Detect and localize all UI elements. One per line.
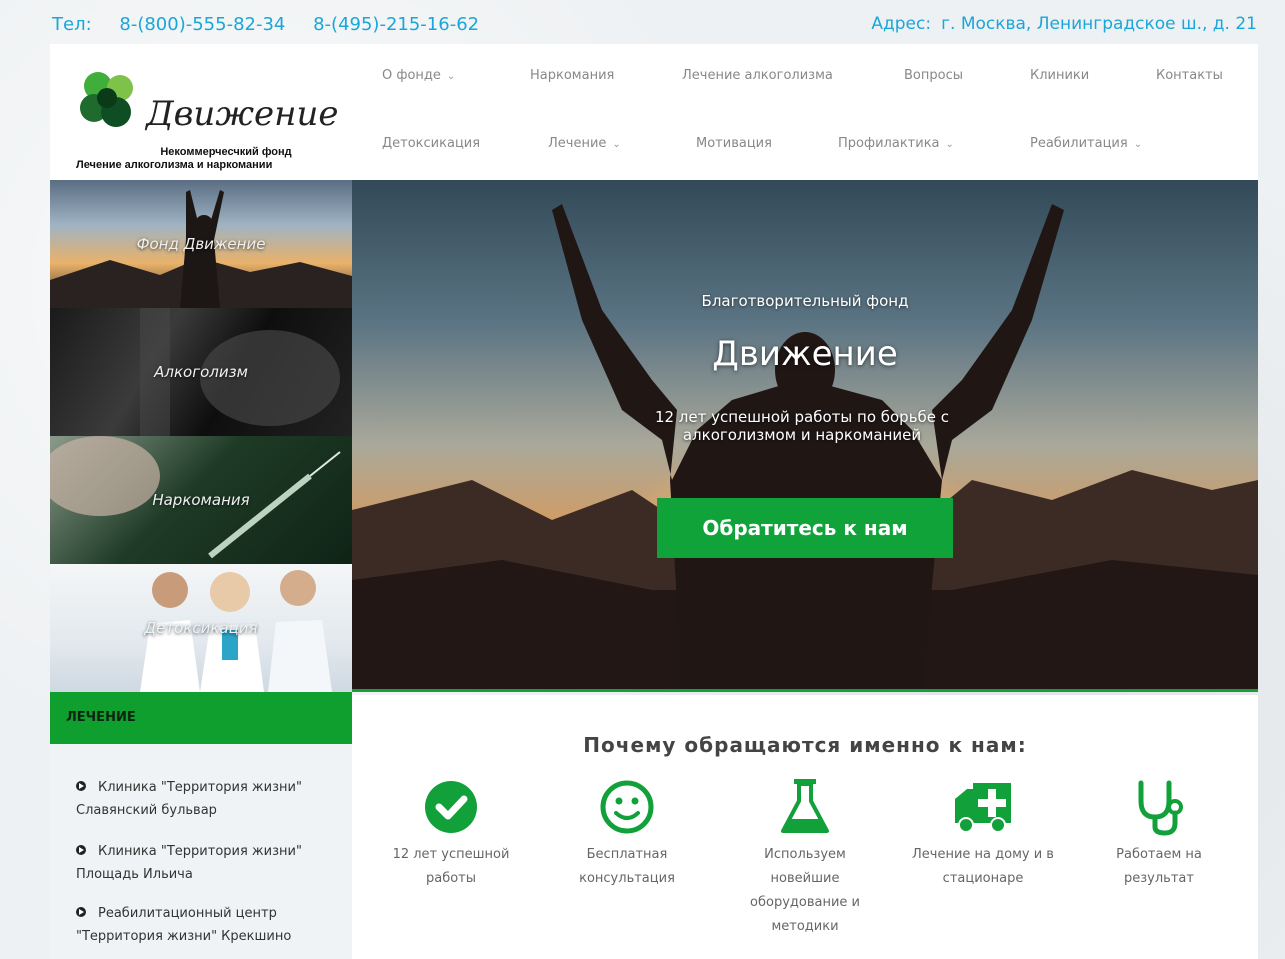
feature-item: Бесплатная консультация <box>552 777 702 891</box>
feature-label: Бесплатная консультация <box>579 847 675 886</box>
nav-item-drugs[interactable]: Наркомания <box>530 68 614 83</box>
phone-label: Тел: <box>52 14 92 35</box>
tile-label: Алкоголизм <box>154 363 248 381</box>
flask-icon <box>781 779 829 833</box>
chevron-down-icon: ⌄ <box>612 139 621 150</box>
feature-label: Используем новейшие оборудование и метод… <box>750 847 860 934</box>
nav-item-prevention[interactable]: Профилактика ⌄ <box>838 136 954 151</box>
nav-item-motivation[interactable]: Мотивация <box>696 136 772 151</box>
tile-label: Наркомания <box>152 491 250 509</box>
contact-bar: Тел: 8-(800)-555-82-34 8-(495)-215-16-62… <box>0 0 1285 50</box>
stethoscope-icon <box>1138 780 1183 836</box>
nav-row-1: О фонде ⌄ Наркомания Лечение алкоголизма … <box>50 58 1258 98</box>
hero-subtitle: Благотворительный фонд <box>701 292 909 310</box>
tile-label: Фонд Движение <box>136 235 266 253</box>
tile-fund[interactable]: Фонд Движение <box>50 180 352 308</box>
phone-2[interactable]: 8-(495)-215-16-62 <box>313 14 479 35</box>
address-label: Адрес: <box>871 14 932 34</box>
features-heading: Почему обращаются именно к нам: <box>583 733 1027 757</box>
sidebar-item[interactable]: Клиника "Территория жизни" Площадь Ильич… <box>76 840 346 886</box>
feature-label: Лечение на дому и в стационаре <box>912 847 1054 886</box>
sidebar-list: Клиника "Территория жизни" Славянский бу… <box>50 744 352 959</box>
nav-item-detox[interactable]: Детоксикация <box>382 136 480 151</box>
arrow-circle-icon <box>76 845 86 855</box>
feature-label: 12 лет успешной работы <box>392 847 510 886</box>
contact-us-button[interactable]: Обратитесь к нам <box>657 498 953 558</box>
hero-banner: Благотворительный фонд Движение 12 лет у… <box>352 180 1258 692</box>
feature-item: Лечение на дому и в стационаре <box>908 777 1058 891</box>
address-text: г. Москва, Ленинградское ш., д. 21 <box>941 14 1257 34</box>
tile-label: Детоксикация <box>144 619 258 637</box>
feature-label: Работаем на результат <box>1116 847 1202 886</box>
tile-detox[interactable]: Детоксикация <box>50 564 352 692</box>
feature-item: Работаем на результат <box>1084 777 1234 891</box>
sidebar-heading: ЛЕЧЕНИЕ <box>50 692 352 744</box>
hero-description: 12 лет успешной работы по борьбе с алког… <box>654 408 950 444</box>
nav-item-questions[interactable]: Вопросы <box>904 68 963 83</box>
nav-item-clinics[interactable]: Клиники <box>1030 68 1089 83</box>
site-header: Движение Некоммерчесчкий фонд Лечение ал… <box>50 44 1258 180</box>
chevron-down-icon: ⌄ <box>446 71 456 82</box>
arrow-circle-icon <box>76 781 86 791</box>
tile-alcohol[interactable]: Алкоголизм <box>50 308 352 436</box>
address: Адрес: г. Москва, Ленинградское ш., д. 21 <box>871 14 1257 34</box>
nav-item-about[interactable]: О фонде ⌄ <box>382 68 455 83</box>
nav-item-contacts[interactable]: Контакты <box>1156 68 1223 83</box>
category-tiles: Фонд Движение Алкоголизм Наркомания Дето… <box>50 180 352 692</box>
ambulance-icon <box>955 783 1011 833</box>
phone-1[interactable]: 8-(800)-555-82-34 <box>119 14 285 35</box>
smile-icon <box>600 780 654 834</box>
arrow-circle-icon <box>76 907 86 917</box>
chevron-down-icon: ⌄ <box>1133 139 1143 150</box>
sidebar-item[interactable]: Клиника "Территория жизни" Славянский бу… <box>76 776 346 822</box>
features-section: Почему обращаются именно к нам: 12 лет у… <box>352 695 1258 959</box>
feature-item: 12 лет успешной работы <box>376 777 526 891</box>
nav-item-alcohol-treatment[interactable]: Лечение алкоголизма <box>682 68 833 83</box>
sidebar-item[interactable]: Реабилитационный центр "Территория жизни… <box>76 902 346 948</box>
hero-title: Движение <box>712 334 898 374</box>
nav-item-treatment[interactable]: Лечение ⌄ <box>548 136 621 151</box>
feature-item: Используем новейшие оборудование и метод… <box>730 777 880 939</box>
nav-row-2: Детоксикация Лечение ⌄ Мотивация Профилак… <box>50 126 1258 166</box>
chevron-down-icon: ⌄ <box>945 139 954 150</box>
nav-item-rehab[interactable]: Реабилитация ⌄ <box>1030 136 1142 151</box>
tile-drugs[interactable]: Наркомания <box>50 436 352 564</box>
phones: Тел: 8-(800)-555-82-34 8-(495)-215-16-62 <box>52 14 501 35</box>
check-circle-icon <box>425 781 477 833</box>
